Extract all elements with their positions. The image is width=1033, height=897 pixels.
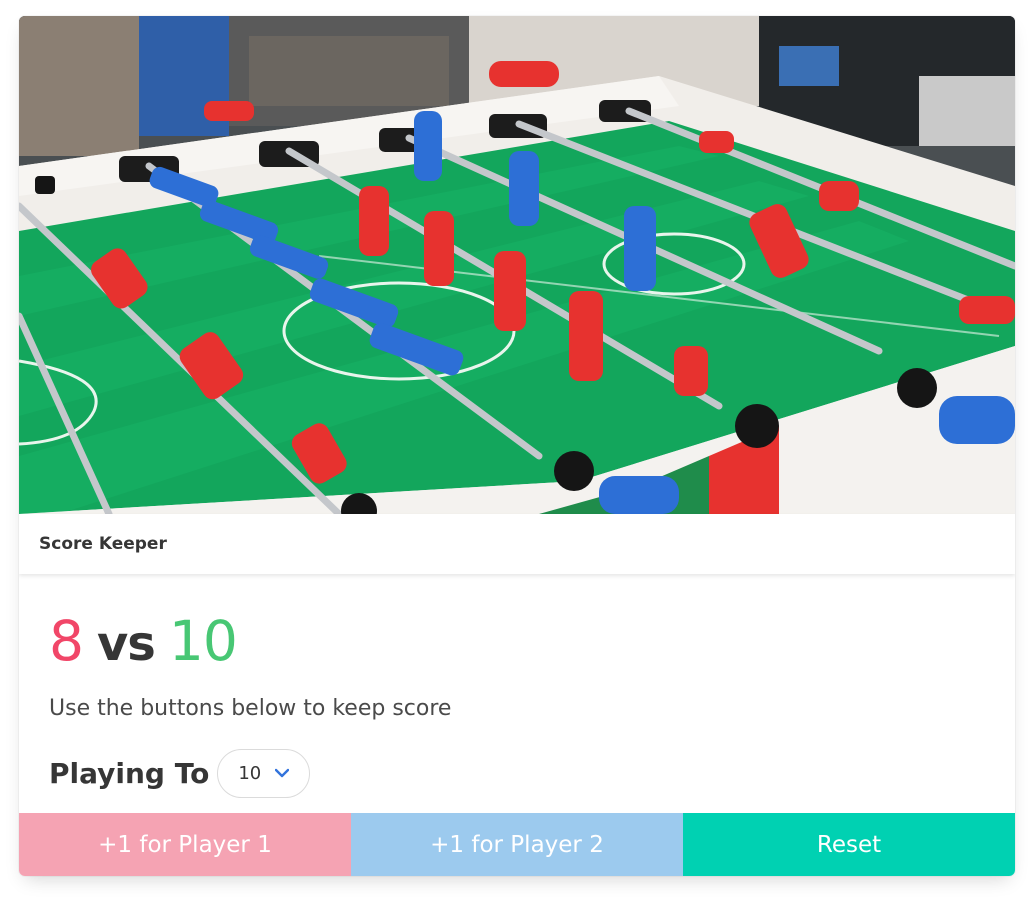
- add-point-player2-button[interactable]: +1 for Player 2: [351, 813, 683, 876]
- player2-score: 10: [168, 609, 238, 673]
- card-title: Score Keeper: [39, 534, 167, 554]
- reset-button[interactable]: Reset: [683, 813, 1015, 876]
- foosball-table-illustration: [19, 16, 1015, 514]
- chevron-down-icon: [275, 768, 290, 778]
- add-point-player1-button[interactable]: +1 for Player 1: [19, 813, 351, 876]
- card-content: 8 vs 10 Use the buttons below to keep scor…: [19, 574, 1015, 813]
- score-keeper-card: Score Keeper 8 vs 10 Use the buttons below…: [19, 16, 1015, 876]
- card-header: Score Keeper: [19, 514, 1015, 574]
- playing-to-label: Playing To: [49, 757, 210, 790]
- playing-to-row: Playing To 10: [49, 749, 311, 798]
- vs-label: vs: [97, 616, 156, 672]
- playing-to-select[interactable]: 10: [217, 749, 311, 798]
- foosball-image: [19, 16, 1015, 514]
- card-footer: +1 for Player 1 +1 for Player 2 Reset: [19, 813, 1015, 876]
- playing-to-value: 10: [238, 763, 262, 784]
- player1-score: 8: [49, 609, 84, 673]
- score-instructions: Use the buttons below to keep score: [49, 696, 452, 721]
- score-display: 8 vs 10: [49, 614, 238, 672]
